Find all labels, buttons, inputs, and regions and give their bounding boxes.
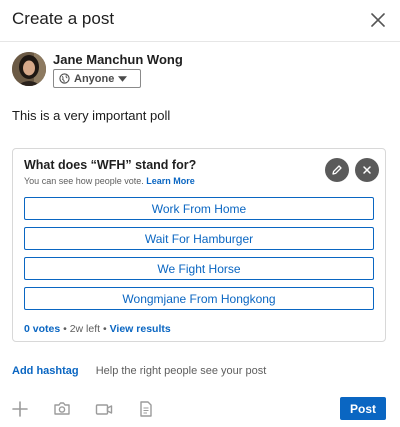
visibility-dropdown[interactable]: Anyone: [53, 69, 141, 88]
caret-down-icon: [118, 75, 128, 82]
learn-more-link[interactable]: Learn More: [146, 176, 195, 186]
avatar: [12, 52, 46, 86]
view-results-link[interactable]: View results: [110, 323, 171, 335]
poll-option[interactable]: We Fight Horse: [24, 257, 374, 280]
poll-note-text: You can see how people vote.: [24, 176, 144, 186]
poll-footer: 0 votes • 2w left • View results: [24, 323, 171, 335]
remove-poll-button[interactable]: [355, 158, 379, 182]
poll-card: What does “WFH” stand for? You can see h…: [12, 148, 386, 342]
poll-option[interactable]: Wongmjane From Hongkong: [24, 287, 374, 310]
edit-poll-button[interactable]: [325, 158, 349, 182]
video-icon[interactable]: [95, 400, 113, 418]
dialog-title: Create a post: [12, 9, 115, 28]
poll-note: You can see how people vote. Learn More: [24, 176, 195, 186]
poll-option[interactable]: Work From Home: [24, 197, 374, 220]
dialog-header: Create a post: [0, 0, 400, 42]
camera-icon[interactable]: [53, 400, 71, 418]
document-icon[interactable]: [137, 400, 155, 418]
hashtag-row: Add hashtag Help the right people see yo…: [12, 365, 266, 377]
author-name: Jane Manchun Wong: [53, 52, 183, 67]
globe-icon: [59, 73, 70, 84]
vote-count[interactable]: 0 votes: [24, 323, 60, 335]
separator: •: [103, 323, 107, 335]
plus-icon[interactable]: [11, 400, 29, 418]
post-text[interactable]: This is a very important poll: [12, 108, 170, 123]
add-hashtag-button[interactable]: Add hashtag: [12, 365, 79, 377]
poll-question: What does “WFH” stand for?: [24, 158, 197, 172]
separator: •: [63, 323, 67, 335]
close-icon[interactable]: [368, 10, 388, 30]
pencil-icon: [332, 165, 342, 175]
close-icon: [363, 166, 371, 174]
post-toolbar: Post: [0, 396, 400, 424]
hashtag-help-text: Help the right people see your post: [95, 365, 267, 377]
post-button[interactable]: Post: [340, 397, 386, 420]
poll-option[interactable]: Wait For Hamburger: [24, 227, 374, 250]
visibility-label: Anyone: [74, 72, 115, 85]
time-left: 2w left: [69, 323, 101, 335]
